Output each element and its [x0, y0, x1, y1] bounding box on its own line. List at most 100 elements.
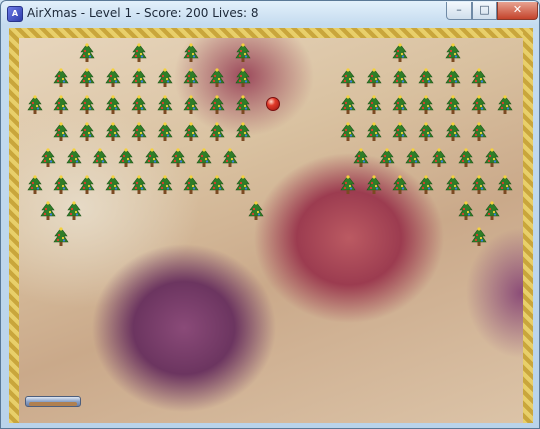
- christmas-tree-icon: [183, 68, 199, 88]
- christmas-tree-icon: [445, 68, 461, 88]
- christmas-tree-icon: [92, 148, 108, 168]
- christmas-tree-icon: [105, 122, 121, 142]
- christmas-tree-icon: [79, 43, 95, 63]
- christmas-tree-icon: [405, 148, 421, 168]
- christmas-tree-icon: [157, 68, 173, 88]
- christmas-tree-icon: [445, 43, 461, 63]
- minimize-button[interactable]: –: [446, 2, 472, 20]
- close-button[interactable]: ✕: [497, 2, 538, 20]
- left-wall: [9, 28, 19, 423]
- christmas-tree-icon: [131, 122, 147, 142]
- christmas-tree-icon: [418, 68, 434, 88]
- christmas-tree-icon: [183, 43, 199, 63]
- christmas-tree-icon: [353, 148, 369, 168]
- christmas-tree-icon: [40, 148, 56, 168]
- christmas-tree-icon: [209, 122, 225, 142]
- christmas-tree-icon: [418, 95, 434, 115]
- christmas-tree-icon: [392, 68, 408, 88]
- christmas-tree-icon: [235, 122, 251, 142]
- christmas-tree-icon: [484, 148, 500, 168]
- christmas-tree-icon: [418, 122, 434, 142]
- christmas-tree-icon: [458, 201, 474, 221]
- christmas-tree-icon: [392, 43, 408, 63]
- christmas-tree-icon: [471, 122, 487, 142]
- christmas-tree-icon: [209, 68, 225, 88]
- christmas-tree-icon: [157, 95, 173, 115]
- christmas-tree-icon: [445, 122, 461, 142]
- christmas-tree-icon: [248, 201, 264, 221]
- christmas-tree-icon: [222, 148, 238, 168]
- christmas-tree-icon: [340, 175, 356, 195]
- christmas-tree-icon: [471, 175, 487, 195]
- christmas-tree-icon: [157, 175, 173, 195]
- christmas-tree-icon: [418, 175, 434, 195]
- christmas-tree-icon: [235, 43, 251, 63]
- ball: [266, 97, 280, 111]
- christmas-tree-icon: [392, 122, 408, 142]
- christmas-tree-icon: [105, 175, 121, 195]
- christmas-tree-icon: [196, 148, 212, 168]
- christmas-tree-icon: [53, 95, 69, 115]
- christmas-tree-icon: [471, 95, 487, 115]
- christmas-tree-icon: [131, 68, 147, 88]
- christmas-tree-icon: [118, 148, 134, 168]
- christmas-tree-icon: [471, 227, 487, 247]
- game-window: A AirXmas - Level 1 - Score: 200 Lives: …: [0, 0, 540, 429]
- right-wall: [523, 28, 533, 423]
- christmas-tree-icon: [392, 95, 408, 115]
- christmas-tree-icon: [379, 148, 395, 168]
- christmas-tree-icon: [144, 148, 160, 168]
- christmas-tree-icon: [53, 68, 69, 88]
- christmas-tree-icon: [27, 175, 43, 195]
- maximize-button[interactable]: □: [472, 2, 497, 20]
- christmas-tree-icon: [445, 175, 461, 195]
- christmas-tree-icon: [366, 68, 382, 88]
- paddle[interactable]: [25, 396, 81, 407]
- christmas-tree-icon: [235, 175, 251, 195]
- christmas-tree-icon: [79, 68, 95, 88]
- window-title: AirXmas - Level 1 - Score: 200 Lives: 8: [27, 6, 259, 20]
- christmas-tree-icon: [484, 201, 500, 221]
- christmas-tree-icon: [79, 122, 95, 142]
- christmas-tree-icon: [53, 122, 69, 142]
- christmas-tree-icon: [53, 175, 69, 195]
- christmas-tree-icon: [79, 95, 95, 115]
- christmas-tree-icon: [445, 95, 461, 115]
- christmas-tree-icon: [209, 175, 225, 195]
- christmas-tree-icon: [183, 175, 199, 195]
- christmas-tree-icon: [131, 43, 147, 63]
- christmas-tree-icon: [340, 95, 356, 115]
- christmas-tree-icon: [53, 227, 69, 247]
- christmas-tree-icon: [170, 148, 186, 168]
- title-bar[interactable]: A AirXmas - Level 1 - Score: 200 Lives: …: [1, 1, 539, 27]
- christmas-tree-icon: [340, 68, 356, 88]
- christmas-tree-icon: [40, 201, 56, 221]
- christmas-tree-icon: [131, 95, 147, 115]
- top-wall: [9, 28, 533, 38]
- christmas-tree-icon: [497, 175, 513, 195]
- app-icon: A: [7, 6, 23, 22]
- christmas-tree-icon: [366, 175, 382, 195]
- christmas-tree-icon: [209, 95, 225, 115]
- christmas-tree-icon: [183, 122, 199, 142]
- christmas-tree-icon: [79, 175, 95, 195]
- christmas-tree-icon: [366, 122, 382, 142]
- christmas-tree-icon: [497, 95, 513, 115]
- christmas-tree-icon: [27, 95, 43, 115]
- christmas-tree-icon: [431, 148, 447, 168]
- christmas-tree-icon: [458, 148, 474, 168]
- christmas-tree-icon: [340, 122, 356, 142]
- christmas-tree-icon: [105, 68, 121, 88]
- game-board[interactable]: [9, 28, 533, 423]
- christmas-tree-icon: [471, 68, 487, 88]
- christmas-tree-icon: [157, 122, 173, 142]
- christmas-tree-icon: [131, 175, 147, 195]
- christmas-tree-icon: [66, 201, 82, 221]
- christmas-tree-icon: [105, 95, 121, 115]
- christmas-tree-icon: [66, 148, 82, 168]
- christmas-tree-icon: [392, 175, 408, 195]
- christmas-tree-icon: [235, 95, 251, 115]
- christmas-tree-icon: [235, 68, 251, 88]
- christmas-tree-icon: [183, 95, 199, 115]
- christmas-tree-icon: [366, 95, 382, 115]
